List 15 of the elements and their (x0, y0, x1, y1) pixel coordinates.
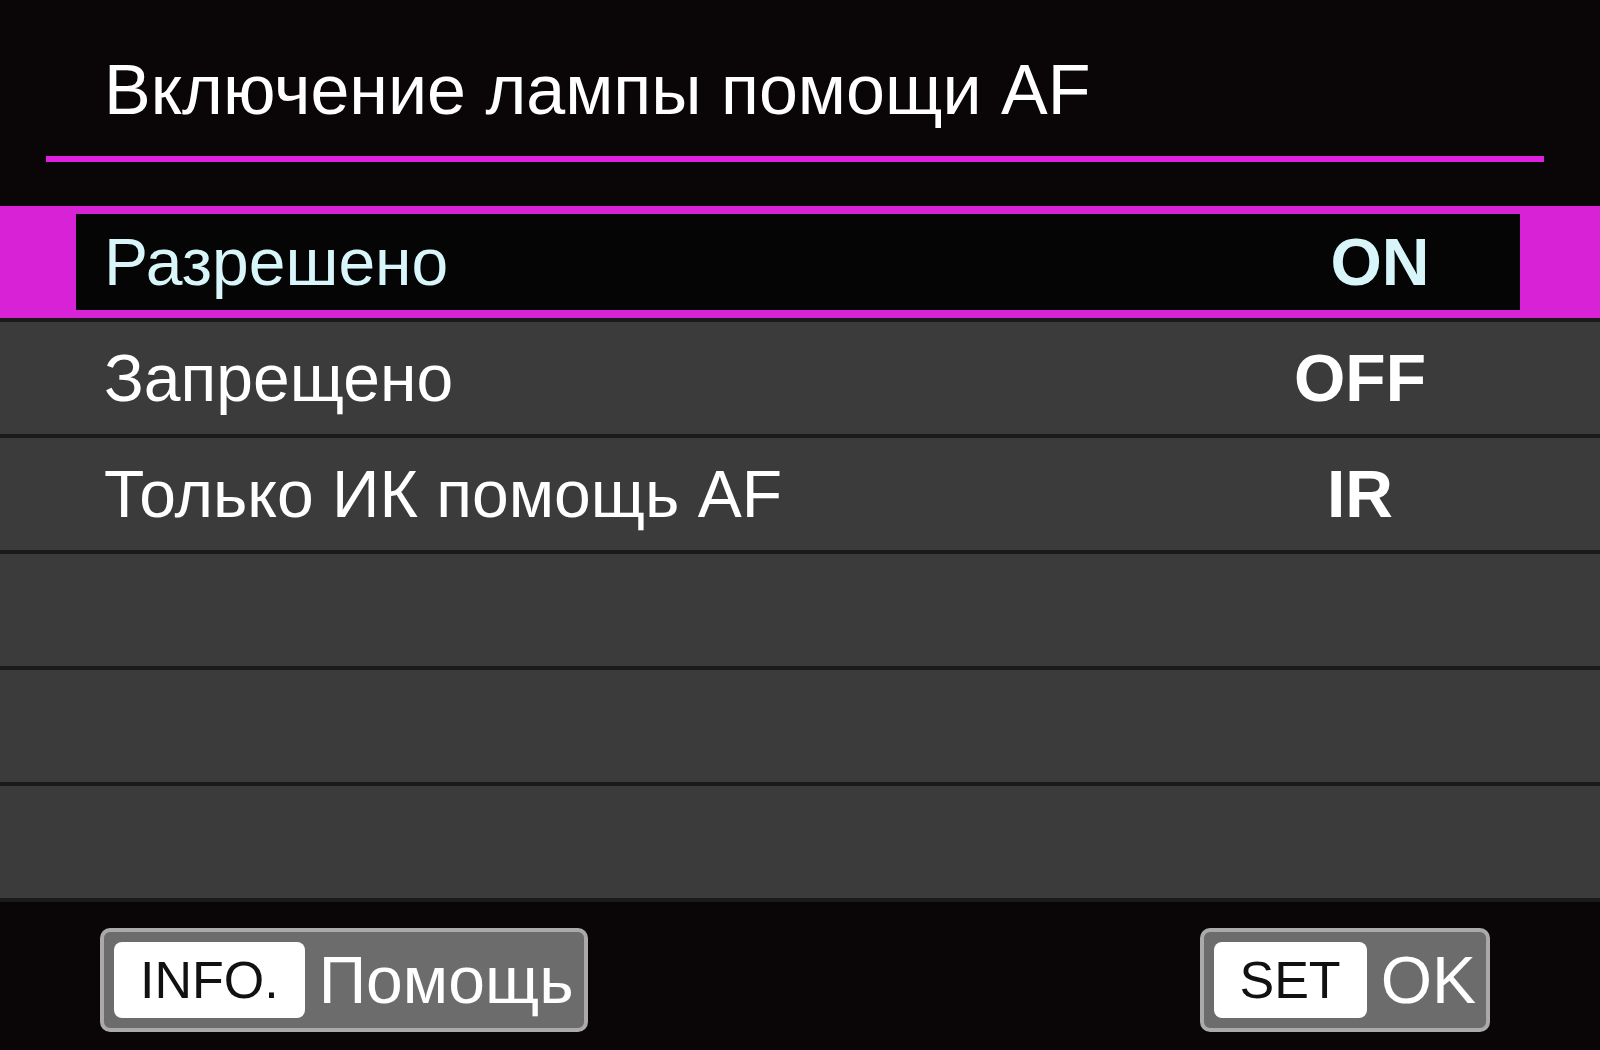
key-label: SET (1213, 942, 1367, 1018)
menu-title: Включение лампы помощи AF (103, 50, 1092, 131)
button-label: OK (1380, 947, 1476, 1013)
menu-option[interactable]: Только ИК помощь AF IR (0, 438, 1600, 554)
menu-option[interactable]: Разрешено ON (0, 206, 1600, 322)
option-label: Разрешено (104, 223, 450, 301)
option-label: Только ИК помощь AF (104, 455, 784, 533)
option-label: Запрещено (104, 339, 455, 417)
option-value: IR (1326, 455, 1394, 533)
key-label: INFO. (114, 942, 305, 1018)
footer-button[interactable]: SET OK (1199, 928, 1490, 1032)
option-value: ON (1329, 223, 1431, 301)
footer-button[interactable]: INFO. Помощь (100, 928, 588, 1032)
option-value: OFF (1293, 339, 1427, 417)
menu-option[interactable]: Запрещено OFF (0, 322, 1600, 438)
